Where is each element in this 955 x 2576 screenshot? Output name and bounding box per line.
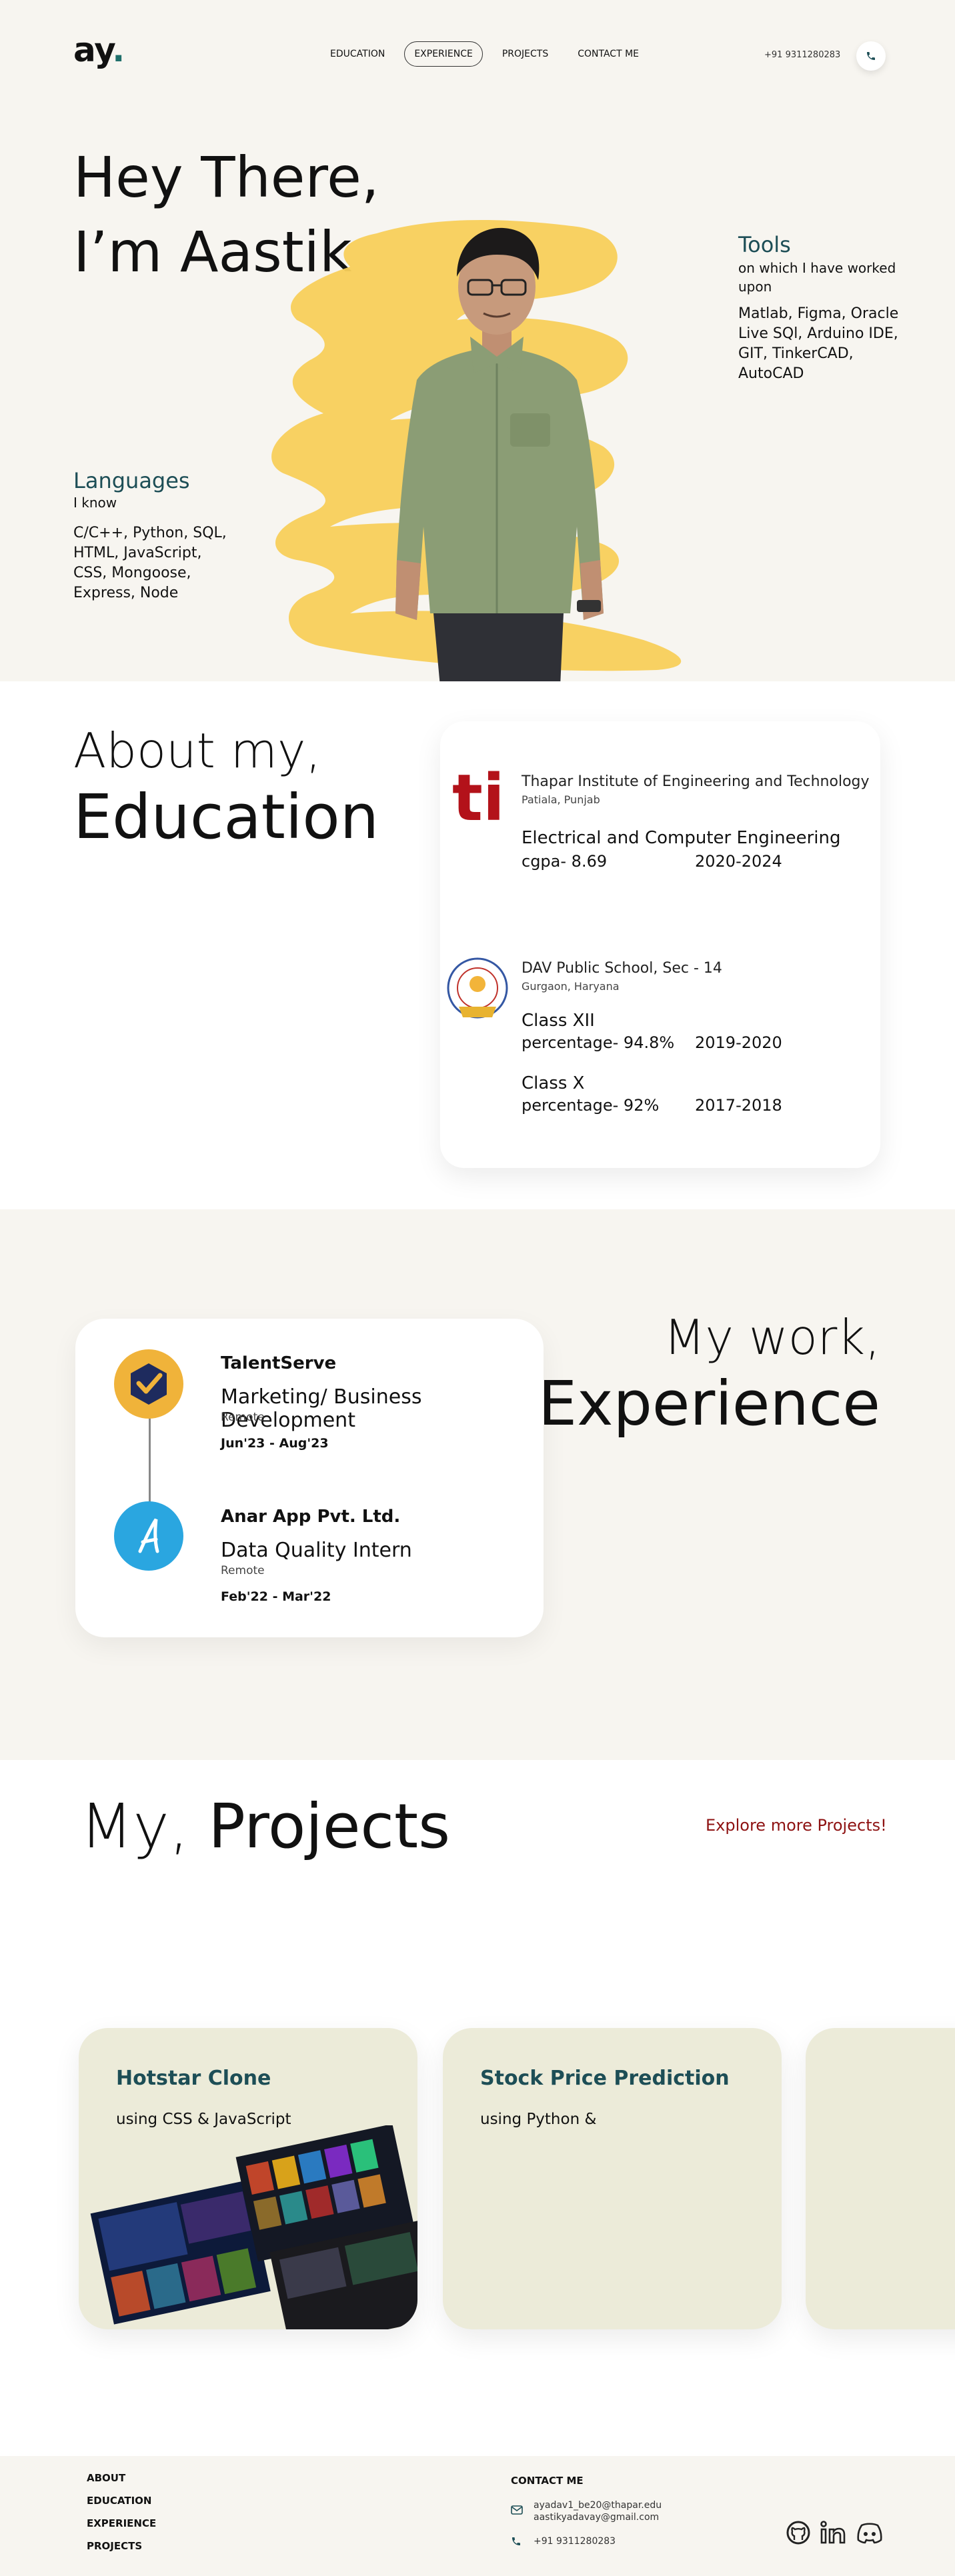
project-card-third[interactable] (806, 2028, 955, 2329)
class-xii-grade: percentage- 94.8% (522, 1033, 675, 1052)
job-mode-1: Remote (221, 1411, 265, 1424)
letter-a-icon (138, 1518, 159, 1553)
tools-list: Matlab, Figma, Oracle Live SQl, Arduino … (738, 305, 899, 382)
languages-title: Languages (73, 468, 190, 493)
checkmark-badge-icon (131, 1363, 167, 1405)
job-company-1: TalentServe (221, 1353, 337, 1373)
thapar-degree: Electrical and Computer Engineering (522, 828, 841, 848)
thapar-location: Patiala, Punjab (522, 793, 600, 806)
talentserve-logo (114, 1349, 183, 1419)
site-logo[interactable]: ay. (73, 31, 125, 69)
footer-email-1[interactable]: ayadav1_be20@thapar.edu (534, 2500, 662, 2511)
hotstar-screenshots-image (90, 2125, 417, 2329)
experience-section: TalentServe Marketing/ Business Developm… (0, 1209, 955, 1760)
thapar-years: 2020-2024 (695, 852, 782, 871)
languages-list: C/C++, Python, SQL, HTML, JavaScript, CS… (73, 525, 227, 601)
top-navbar: ay. EDUCATION EXPERIENCE PROJECTS CONTAC… (0, 0, 955, 113)
job-dates-1: Jun'23 - Aug'23 (221, 1436, 329, 1451)
nav-link-experience[interactable]: EXPERIENCE (404, 41, 483, 67)
education-heading-big: Education (73, 781, 379, 853)
thapar-institution: Thapar Institute of Engineering and Tech… (522, 773, 870, 790)
mail-icon (511, 2505, 523, 2515)
dav-location: Gurgaon, Haryana (522, 980, 620, 993)
phone-button[interactable] (856, 41, 886, 71)
anar-app-logo (114, 1501, 183, 1571)
project-card-stock-price[interactable]: Stock Price Prediction using Python & (443, 2028, 782, 2329)
education-heading-small: About my, (73, 723, 321, 779)
job-role-1: Marketing/ Business Development (221, 1385, 422, 1432)
nav-link-projects[interactable]: PROJECTS (492, 41, 558, 67)
footer-link-education[interactable]: EDUCATION (87, 2495, 151, 2507)
tools-subtitle: on which I have worked upon (738, 260, 896, 295)
class-xii-years: 2019-2020 (695, 1033, 782, 1052)
education-card: ti Thapar Institute of Engineering and T… (440, 721, 880, 1168)
class-xii-label: Class XII (522, 1011, 595, 1031)
experience-heading-small: My work, (664, 1309, 880, 1365)
job-mode-2: Remote (221, 1564, 265, 1577)
linkedin-icon[interactable] (820, 2520, 847, 2545)
nav-phone-number: +91 9311280283 (764, 50, 841, 60)
phone-icon (512, 2537, 520, 2545)
project-card-hotstar[interactable]: Hotstar Clone using CSS & JavaScript (79, 2028, 417, 2329)
job-role-2: Data Quality Intern (221, 1539, 412, 1562)
footer-phone[interactable]: +91 9311280283 (534, 2536, 616, 2547)
nav-link-education[interactable]: EDUCATION (320, 41, 395, 67)
footer-link-about[interactable]: ABOUT (87, 2472, 125, 2484)
class-x-label: Class X (522, 1073, 585, 1093)
profile-photo (395, 227, 604, 681)
dav-logo (440, 953, 515, 1028)
job-dates-2: Feb'22 - Mar'22 (221, 1589, 331, 1604)
projects-heading: My, Projects (80, 1791, 451, 1862)
experience-card: TalentServe Marketing/ Business Developm… (75, 1319, 544, 1637)
phone-icon (867, 52, 875, 60)
nav-links: EDUCATION EXPERIENCE PROJECTS CONTACT ME (320, 41, 649, 67)
dav-institution: DAV Public School, Sec - 14 (522, 960, 722, 977)
github-icon[interactable] (786, 2520, 811, 2545)
thapar-logo: ti (452, 761, 505, 835)
experience-heading-big: Experience (538, 1368, 880, 1439)
languages-subtitle: I know (73, 495, 117, 511)
project-title: Stock Price Prediction (480, 2067, 730, 2090)
projects-section: My, Projects Explore more Projects! Hots… (0, 1760, 955, 2456)
discord-icon[interactable] (856, 2523, 883, 2544)
footer: ABOUT EDUCATION EXPERIENCE PROJECTS CONT… (0, 2456, 955, 2576)
footer-contact-title: CONTACT ME (511, 2475, 584, 2487)
project-title: Hotstar Clone (116, 2067, 271, 2090)
project-desc: using Python & (480, 2111, 597, 2128)
nav-link-contact[interactable]: CONTACT ME (568, 41, 649, 67)
tools-title: Tools (738, 232, 791, 257)
footer-email-2[interactable]: aastikyadavay@gmail.com (534, 2512, 659, 2523)
class-x-grade: percentage- 92% (522, 1096, 660, 1115)
thapar-grade: cgpa- 8.69 (522, 852, 608, 871)
explore-more-projects-link[interactable]: Explore more Projects! (706, 1816, 887, 1835)
thapar-logo-glyph: ti (452, 768, 500, 827)
education-section: About my, Education ti Thapar Institute … (0, 681, 955, 1209)
hero-section: Hey There, I’m Aastik Tools on which I h… (0, 113, 955, 681)
footer-link-experience[interactable]: EXPERIENCE (87, 2517, 156, 2529)
job-company-2: Anar App Pvt. Ltd. (221, 1507, 401, 1527)
footer-link-projects[interactable]: PROJECTS (87, 2540, 142, 2552)
class-x-years: 2017-2018 (695, 1096, 782, 1115)
